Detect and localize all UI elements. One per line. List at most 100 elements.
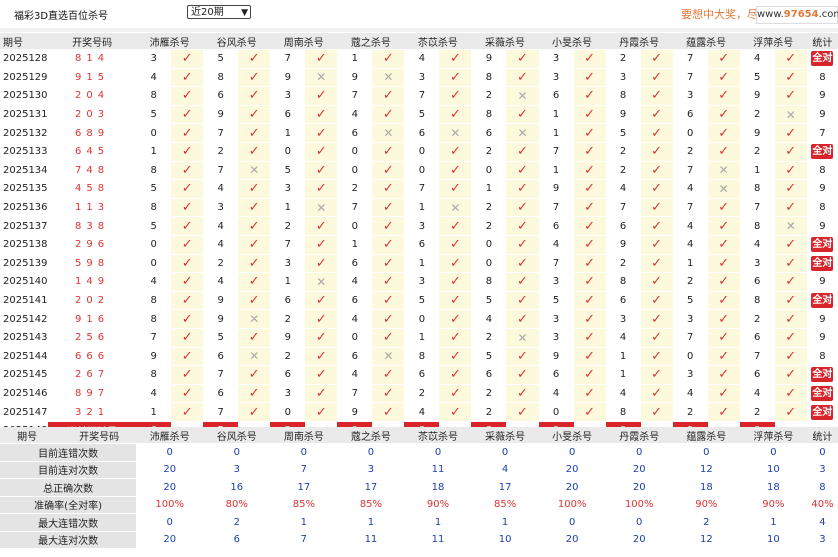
result-mark-cell: ✓ <box>305 365 338 385</box>
stats-value: 12 <box>672 461 740 479</box>
all-correct-badge: 全对 <box>811 255 834 271</box>
result-mark-cell: ✓ <box>305 254 338 274</box>
stat-cell: 全对 <box>806 49 838 69</box>
check-icon: ✓ <box>382 311 394 327</box>
pick-digit-cell: 4 <box>203 179 239 199</box>
result-mark-cell: ✓ <box>573 86 606 106</box>
result-mark-cell: ✓ <box>238 105 271 125</box>
stats-header-stat: 统计 <box>806 427 838 444</box>
result-mark-cell: ✓ <box>640 86 673 106</box>
pick-digit-cell: 9 <box>203 105 239 125</box>
check-icon: ✓ <box>315 162 327 178</box>
result-mark-cell: ✓ <box>640 347 673 367</box>
check-icon: ✓ <box>651 385 663 401</box>
pick-digit-cell: 2 <box>471 328 507 348</box>
stats-header-expert: 谷风杀号 <box>203 427 271 444</box>
check-icon: ✓ <box>449 69 461 85</box>
stat-cell: 9 <box>806 105 838 125</box>
stats-value: 0 <box>672 443 740 462</box>
site-link[interactable]: www.97654.com <box>756 6 838 24</box>
cross-icon: ✕ <box>316 70 327 85</box>
pick-digit-cell: 3 <box>672 86 708 106</box>
stats-value: 3 <box>806 461 838 479</box>
pick-digit-cell: 2 <box>203 254 239 274</box>
result-mark-cell: ✓ <box>573 179 606 199</box>
result-mark-cell: ✓ <box>171 68 204 88</box>
pick-digit-cell: 5 <box>538 291 574 311</box>
result-mark-cell: ✓ <box>238 179 271 199</box>
result-mark-cell: ✓ <box>305 216 338 236</box>
pick-digit-cell: 5 <box>404 291 440 311</box>
pick-digit-cell: 1 <box>136 142 172 162</box>
check-icon: ✓ <box>449 255 461 271</box>
check-icon: ✓ <box>785 255 797 271</box>
pick-digit-cell: 9 <box>136 347 172 367</box>
stats-value: 3 <box>337 461 405 479</box>
pick-digit-cell: 3 <box>404 68 440 88</box>
stats-value: 1 <box>337 513 405 532</box>
table-row: 2025133 645 1 ✓ 2 ✓ 0 ✓ 0 ✓ 0 ✓ 2 ✓ 7 ✓ 2 ✓ 2 ✓ 2 ✓ 全对 <box>0 142 838 162</box>
check-icon: ✓ <box>315 51 327 67</box>
result-mark-cell: ✓ <box>774 291 807 311</box>
stats-header-label: 期号 开奖号码 <box>0 427 137 444</box>
check-icon: ✓ <box>584 51 596 67</box>
result-mark-cell: ✓ <box>171 402 204 422</box>
pick-digit-cell: 5 <box>203 49 239 69</box>
result-mark-cell: ✓ <box>238 365 271 385</box>
cross-icon: ✕ <box>450 200 461 215</box>
pick-digit-cell: 4 <box>136 384 172 404</box>
site-suffix: .com <box>818 9 838 20</box>
stats-value: 1 <box>739 513 807 532</box>
pick-digit-cell: 4 <box>404 49 440 69</box>
draw-number-cell: 689 <box>48 123 137 143</box>
pick-digit-cell: 2 <box>270 309 306 329</box>
header-expert: 蔻之杀号 <box>337 33 405 50</box>
check-icon: ✓ <box>785 311 797 327</box>
period-cell: 2025147 <box>0 402 49 422</box>
check-icon: ✓ <box>584 107 596 123</box>
stat-count: 8 <box>819 164 826 176</box>
stats-value: 4 <box>806 513 838 532</box>
stats-value: 10 <box>739 461 807 479</box>
period-range-select[interactable]: 近20期 ▼ <box>187 5 251 19</box>
result-mark-cell: ✓ <box>171 179 204 199</box>
check-icon: ✓ <box>584 311 596 327</box>
result-mark-cell: ✓ <box>305 291 338 311</box>
result-mark-cell: ✓ <box>774 235 807 255</box>
pick-digit-cell: 8 <box>471 272 507 292</box>
pick-digit-cell: 5 <box>136 216 172 236</box>
check-icon: ✓ <box>517 144 528 160</box>
result-mark-cell: ✓ <box>506 216 539 236</box>
result-mark-cell: ✓ <box>640 365 673 385</box>
stats-value: 8 <box>806 478 838 497</box>
stats-value: 11 <box>337 531 405 549</box>
check-icon: ✓ <box>584 144 596 160</box>
check-icon: ✓ <box>315 218 327 234</box>
result-mark-cell: ✓ <box>707 123 740 143</box>
result-mark-cell: ✓ <box>238 142 271 162</box>
pick-digit-cell: 3 <box>404 216 440 236</box>
pick-digit-cell: 9 <box>605 235 641 255</box>
check-icon: ✓ <box>718 293 730 309</box>
stats-value: 85% <box>270 496 338 514</box>
check-icon: ✓ <box>382 200 394 216</box>
pick-digit-cell: 9 <box>337 68 373 88</box>
pick-digit-cell: 9 <box>739 86 775 106</box>
stat-cell: 9 <box>806 179 838 199</box>
pick-digit-cell: 1 <box>404 254 440 274</box>
pick-digit-cell: 0 <box>337 328 373 348</box>
result-mark-cell: ✕ <box>238 161 271 181</box>
check-icon: ✓ <box>315 348 327 364</box>
stats-table: 期号 开奖号码 沛雁杀号 谷风杀号 周南杀号 蔻之杀号 苶苡杀号 采薇杀号 小旻杀号 丹霞杀号 蕴露… <box>0 427 838 549</box>
stat-cell: 全对 <box>806 365 838 385</box>
cross-icon: ✕ <box>316 200 327 215</box>
result-mark-cell: ✓ <box>573 142 606 162</box>
pick-digit-cell: 7 <box>136 328 172 348</box>
pick-digit-cell: 4 <box>538 235 574 255</box>
result-mark-cell: ✓ <box>640 179 673 199</box>
result-mark-cell: ✓ <box>372 49 405 69</box>
stats-value: 20 <box>538 478 606 497</box>
check-icon: ✓ <box>785 385 797 401</box>
pick-digit-cell: 6 <box>605 216 641 236</box>
result-mark-cell: ✓ <box>774 254 807 274</box>
